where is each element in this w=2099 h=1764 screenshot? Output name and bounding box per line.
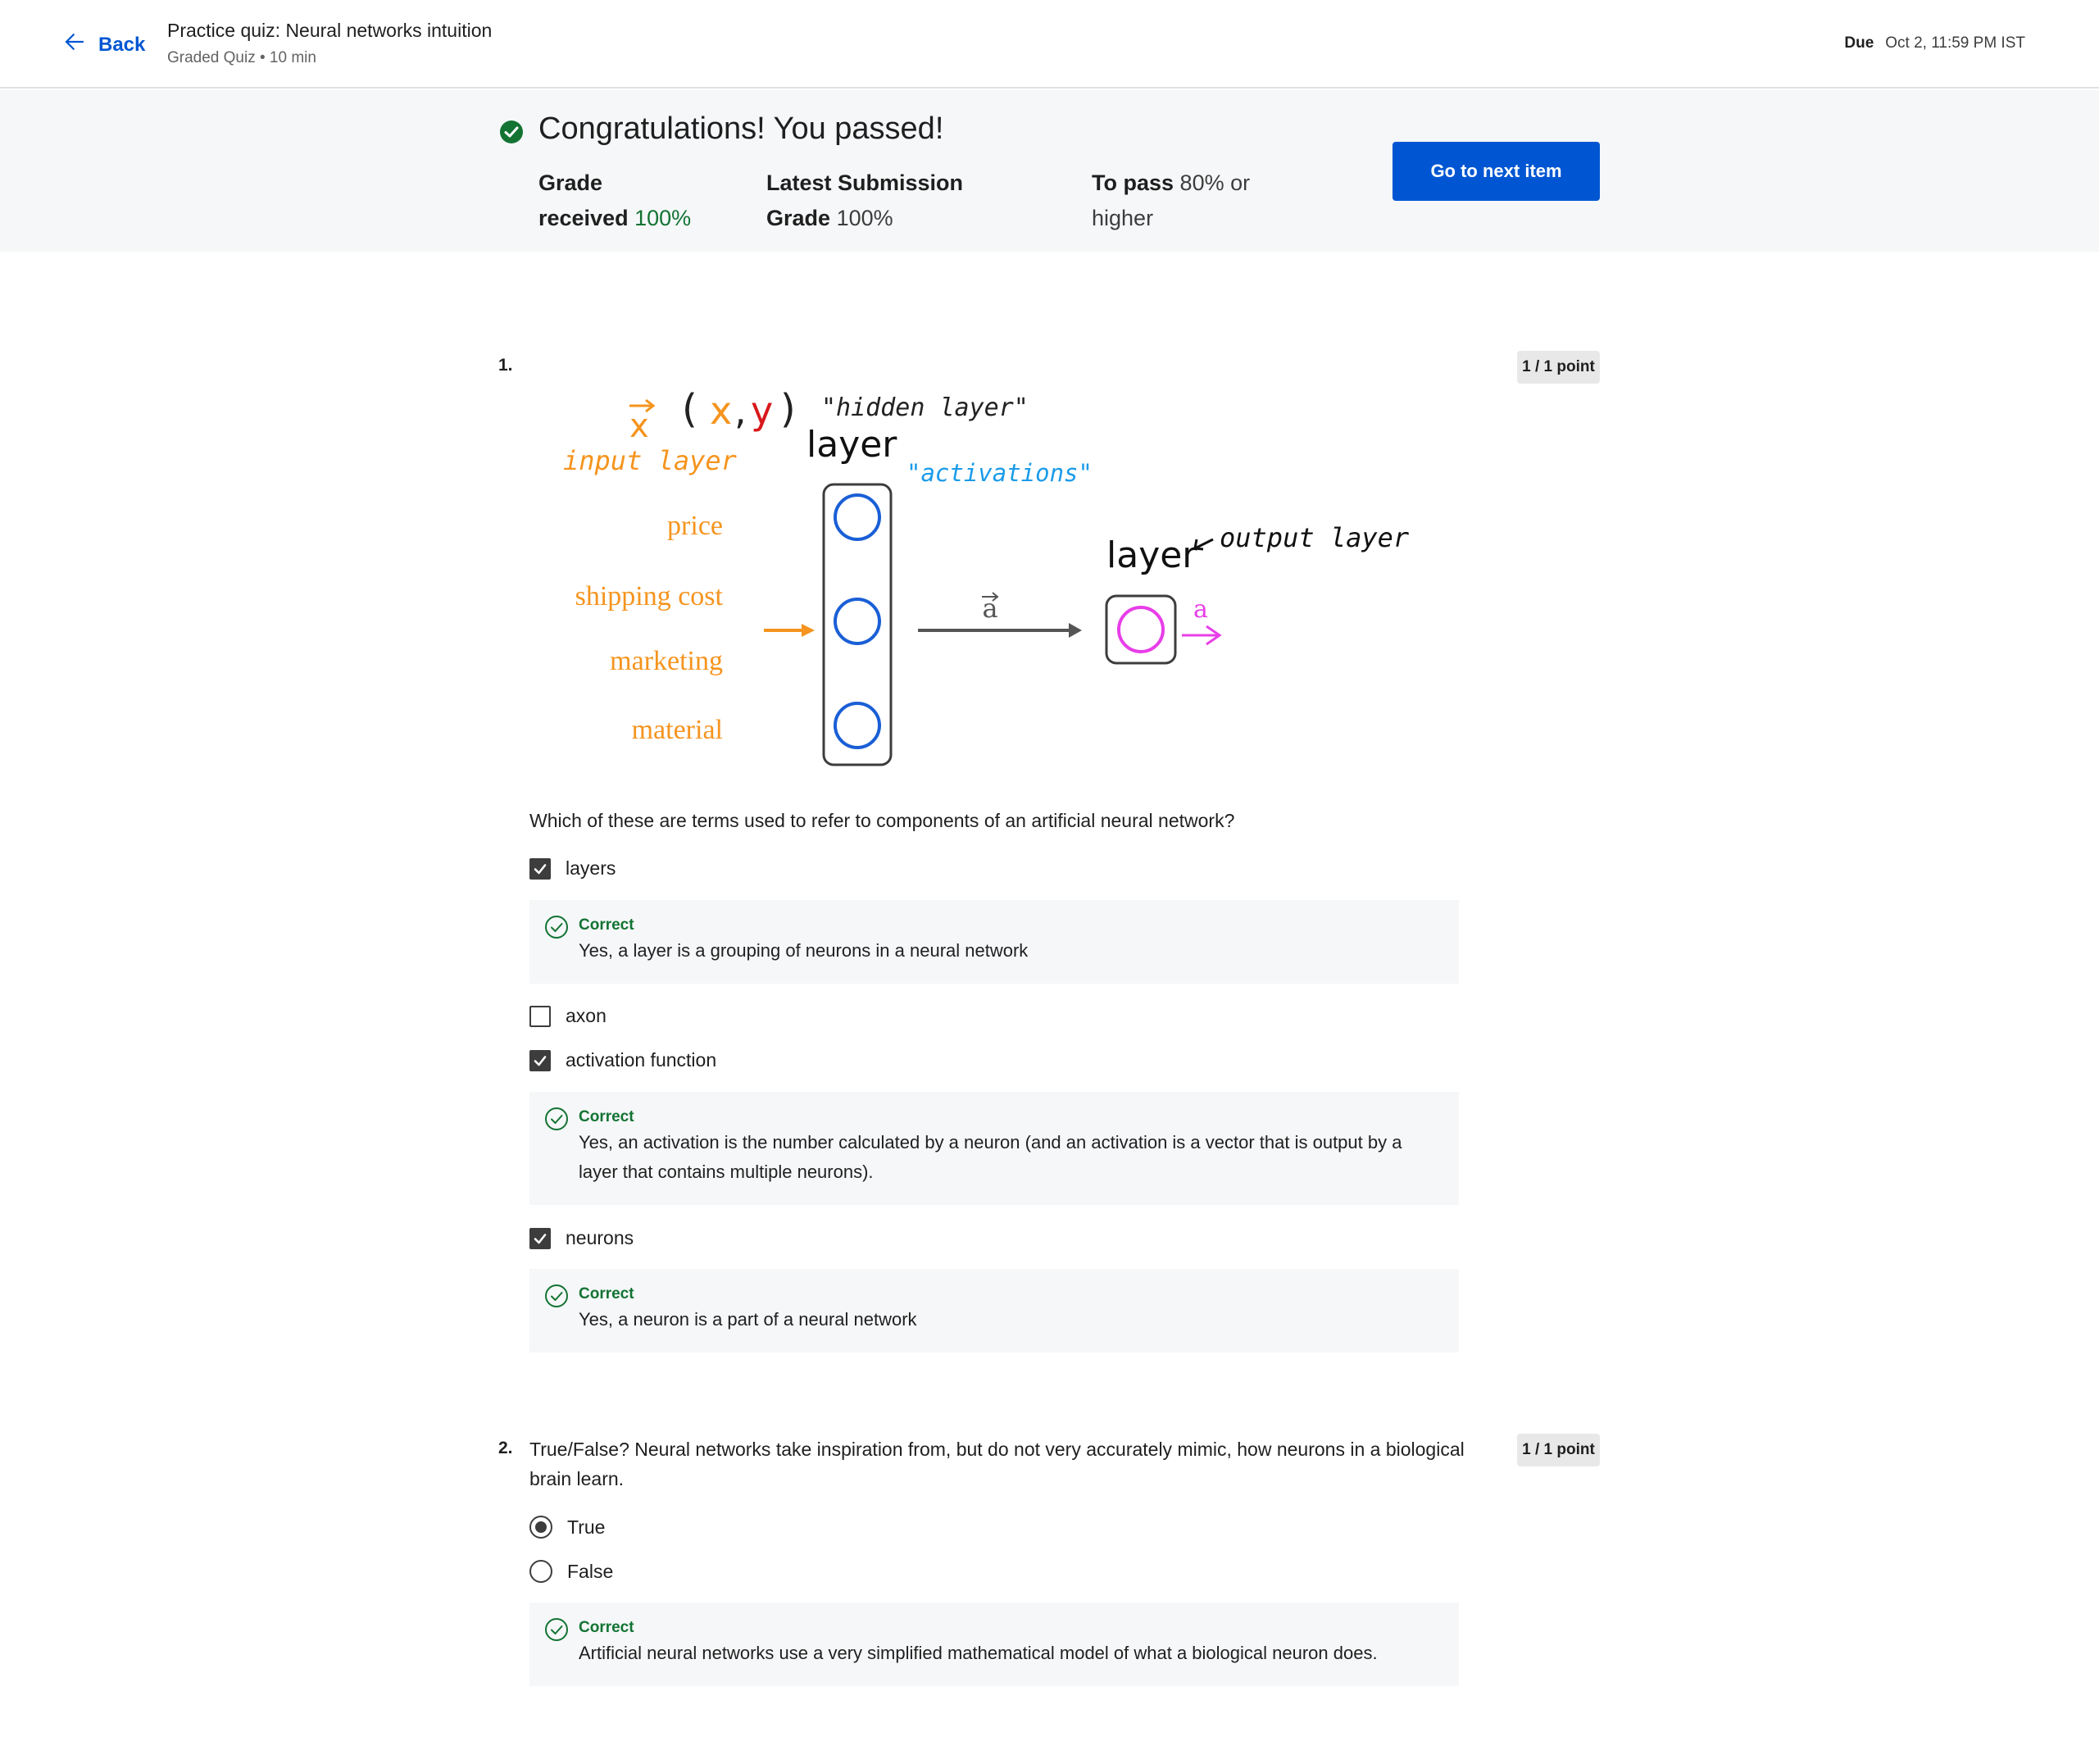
check-circle-icon [500, 120, 523, 143]
feature-label: material [632, 715, 723, 745]
feedback-text: Artificial neural networks use a very si… [579, 1643, 1378, 1663]
due-value: Oct 2, 11:59 PM IST [1885, 34, 2025, 52]
checkbox-checked[interactable] [529, 1227, 551, 1249]
diagram-hidden-layer-label: "hidden layer" [821, 393, 1029, 422]
checkbox-unchecked[interactable] [529, 1005, 551, 1027]
grade-label-1: Grade [538, 170, 603, 195]
diagram-activations-label: "activations" [906, 459, 1093, 487]
option-axon[interactable]: axon [529, 1005, 607, 1027]
feature-label: marketing [610, 646, 723, 676]
question-number: 1. [498, 356, 513, 375]
feature-label: price [667, 511, 723, 541]
feedback-correct: Correct Yes, a layer is a grouping of ne… [529, 900, 1459, 984]
points-badge: 1 / 1 point [1517, 1434, 1600, 1466]
hidden-neuron [834, 598, 881, 645]
feedback-correct: Correct Yes, an activation is the number… [529, 1092, 1459, 1205]
diagram-layer-top-label: layer [806, 424, 897, 466]
due-date: Due Oct 2, 11:59 PM IST [1844, 34, 2025, 52]
diagram-layer-right-label: layer [1106, 534, 1197, 576]
option-activation-function[interactable]: activation function [529, 1049, 716, 1071]
arrow-left-icon [62, 30, 87, 60]
output-neuron [1117, 606, 1165, 653]
option-label: True [567, 1516, 606, 1538]
feedback-text: Yes, a layer is a grouping of neurons in… [579, 940, 1029, 961]
back-button[interactable]: Back [62, 30, 145, 60]
question-text: Which of these are terms used to refer t… [529, 810, 1235, 831]
diagram-input-layer-label: input layer [563, 445, 738, 476]
pass-title: Congratulations! You passed! [538, 111, 944, 146]
feedback-text: Yes, an activation is the number calcula… [579, 1132, 1402, 1153]
output-pointer-arrow [1196, 538, 1214, 549]
due-label: Due [1844, 34, 1874, 52]
option-label: axon [566, 1005, 607, 1026]
pass-value-1: 80% or [1179, 170, 1251, 195]
diagram-xy-comma: , [734, 389, 747, 433]
latest-value: 100% [836, 206, 893, 230]
option-layers[interactable]: layers [529, 857, 616, 880]
latest-label-2: Grade [766, 206, 831, 230]
option-label: activation function [566, 1049, 717, 1071]
pass-label: To pass [1092, 170, 1174, 195]
feedback-correct: Correct Artificial neural networks use a… [529, 1603, 1459, 1686]
back-label: Back [98, 33, 146, 56]
feedback-correct: Correct Yes, a neuron is a part of a neu… [529, 1269, 1459, 1353]
diagram-output-layer-label: output layer [1220, 522, 1410, 553]
feedback-title: Correct [579, 1108, 634, 1125]
question-text: True/False? Neural networks take inspira… [529, 1434, 1465, 1493]
question-text-line-2: brain learn. [529, 1468, 625, 1489]
feedback-text: Yes, a neuron is a part of a neural netw… [579, 1309, 917, 1330]
check-icon [534, 863, 547, 874]
question-text-line-1: True/False? Neural networks take inspira… [529, 1439, 1465, 1460]
check-circle-outline-icon [545, 1107, 568, 1130]
top-bar: Back Practice quiz: Neural networks intu… [0, 0, 2099, 89]
neural-network-diagram: x ( x , y ) "hidden layer" layer input l… [563, 386, 1410, 766]
option-false[interactable]: False [529, 1560, 613, 1583]
grade-label-2: received [538, 206, 629, 230]
go-to-next-item-button[interactable]: Go to next item [1393, 142, 1600, 201]
result-banner [0, 90, 2099, 252]
option-label: False [567, 1560, 614, 1582]
option-label: layers [566, 857, 616, 879]
points-badge: 1 / 1 point [1517, 351, 1600, 384]
option-label: neurons [566, 1227, 634, 1248]
check-icon [534, 1233, 547, 1243]
check-icon [534, 1055, 547, 1066]
feedback-title: Correct [579, 1285, 634, 1303]
diagram-xy-open: ( [682, 386, 697, 432]
question-number: 2. [498, 1439, 513, 1457]
feature-label: shipping cost [575, 581, 724, 611]
diagram-xy-x: x [710, 389, 732, 433]
hidden-neuron [834, 493, 881, 541]
check-circle-outline-icon [545, 916, 568, 939]
check-circle-outline-icon [545, 1284, 568, 1307]
feedback-title: Correct [579, 916, 634, 934]
option-neurons[interactable]: neurons [529, 1227, 634, 1249]
pass-requirement: To pass 80% or higher [1092, 166, 1250, 236]
option-true[interactable]: True [529, 1516, 605, 1539]
pass-value-2: higher [1092, 206, 1154, 230]
radio-selected[interactable] [529, 1516, 552, 1539]
diagram-xy-y: y [751, 389, 773, 433]
hidden-neuron [834, 702, 881, 749]
feedback-title: Correct [579, 1619, 634, 1636]
quiz-title: Practice quiz: Neural networks intuition [167, 20, 493, 41]
diagram-a-out: a [1193, 595, 1208, 624]
feedback-text-line-2: layer that contains multiple neurons). [579, 1162, 874, 1182]
quiz-subtitle: Graded Quiz • 10 min [167, 49, 316, 66]
activation-arrowhead [1069, 623, 1082, 638]
latest-label-1: Latest Submission [766, 170, 964, 195]
checkbox-checked[interactable] [529, 1049, 551, 1071]
diagram-x-vec: x [629, 407, 649, 445]
grade-received: Grade received 100% [538, 166, 691, 236]
diagram-xy-close: ) [780, 386, 796, 432]
grade-value: 100% [634, 206, 692, 230]
check-circle-outline-icon [545, 1618, 568, 1641]
radio-unselected[interactable] [529, 1560, 552, 1583]
input-arrowhead [802, 624, 815, 637]
latest-submission-grade: Latest Submission Grade 100% [766, 166, 963, 236]
checkbox-checked[interactable] [529, 857, 551, 880]
